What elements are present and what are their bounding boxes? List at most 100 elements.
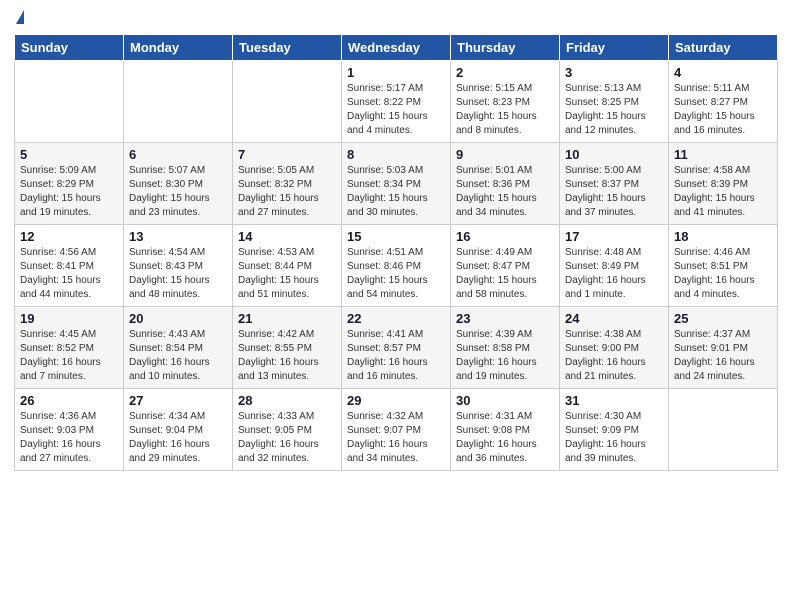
day-number: 28 bbox=[238, 393, 336, 408]
calendar-day-header: Monday bbox=[124, 35, 233, 61]
calendar-cell: 8Sunrise: 5:03 AMSunset: 8:34 PMDaylight… bbox=[342, 143, 451, 225]
day-number: 18 bbox=[674, 229, 772, 244]
page: SundayMondayTuesdayWednesdayThursdayFrid… bbox=[0, 0, 792, 485]
day-info: Sunrise: 4:53 AMSunset: 8:44 PMDaylight:… bbox=[238, 246, 336, 302]
calendar-cell: 27 Sunrise: 4:34 AMSunset: 9:04 PMDayligh… bbox=[124, 389, 233, 471]
calendar-cell bbox=[124, 61, 233, 143]
day-number: 1 bbox=[347, 65, 445, 80]
day-number: 20 bbox=[129, 311, 227, 326]
day-info: Sunrise: 5:15 AMSunset: 8:23 PMDaylight:… bbox=[456, 82, 554, 138]
calendar-week-row: 19 Sunrise: 4:45 AMSunset: 8:52 PMDayligh… bbox=[15, 307, 778, 389]
calendar-header-row: SundayMondayTuesdayWednesdayThursdayFrid… bbox=[15, 35, 778, 61]
day-info: Sunrise: 4:51 AMSunset: 8:46 PMDaylight:… bbox=[347, 246, 445, 302]
calendar-cell: 3Sunrise: 5:13 AMSunset: 8:25 PMDaylight… bbox=[560, 61, 669, 143]
calendar-cell: 4 Sunrise: 5:11 AMSunset: 8:27 PMDaylight… bbox=[669, 61, 778, 143]
calendar-cell: 25 Sunrise: 4:37 AMSunset: 9:01 PMDayligh… bbox=[669, 307, 778, 389]
calendar-cell bbox=[669, 389, 778, 471]
calendar-day-header: Friday bbox=[560, 35, 669, 61]
day-number: 3 bbox=[565, 65, 663, 80]
day-number: 13 bbox=[129, 229, 227, 244]
calendar-cell: 20 Sunrise: 4:43 AMSunset: 8:54 PMDayligh… bbox=[124, 307, 233, 389]
day-number: 15 bbox=[347, 229, 445, 244]
calendar-cell: 5 Sunrise: 5:09 AMSunset: 8:29 PMDaylight… bbox=[15, 143, 124, 225]
calendar-cell: 18 Sunrise: 4:46 AMSunset: 8:51 PMDayligh… bbox=[669, 225, 778, 307]
logo bbox=[14, 10, 24, 26]
day-number: 29 bbox=[347, 393, 445, 408]
day-number: 26 bbox=[20, 393, 118, 408]
day-number: 27 bbox=[129, 393, 227, 408]
calendar-cell: 31 Sunrise: 4:30 AMSunset: 9:09 PMDayligh… bbox=[560, 389, 669, 471]
day-info: Sunrise: 4:58 AMSunset: 8:39 PMDaylight:… bbox=[674, 164, 772, 220]
calendar-cell: 21 Sunrise: 4:42 AMSunset: 8:55 PMDayligh… bbox=[233, 307, 342, 389]
day-info: Sunrise: 4:43 AMSunset: 8:54 PMDaylight:… bbox=[129, 328, 227, 384]
calendar-cell: 22 Sunrise: 4:41 AMSunset: 8:57 PMDayligh… bbox=[342, 307, 451, 389]
calendar-day-header: Wednesday bbox=[342, 35, 451, 61]
calendar-cell: 6Sunrise: 5:07 AMSunset: 8:30 PMDaylight… bbox=[124, 143, 233, 225]
calendar-cell: 1 Sunrise: 5:17 AMSunset: 8:22 PMDaylight… bbox=[342, 61, 451, 143]
day-number: 24 bbox=[565, 311, 663, 326]
day-number: 5 bbox=[20, 147, 118, 162]
day-info: Sunrise: 5:17 AMSunset: 8:22 PMDaylight:… bbox=[347, 82, 445, 138]
day-info: Sunrise: 4:30 AMSunset: 9:09 PMDaylight:… bbox=[565, 410, 663, 466]
calendar-cell: 23Sunrise: 4:39 AMSunset: 8:58 PMDayligh… bbox=[451, 307, 560, 389]
day-number: 7 bbox=[238, 147, 336, 162]
day-info: Sunrise: 5:09 AMSunset: 8:29 PMDaylight:… bbox=[20, 164, 118, 220]
day-info: Sunrise: 4:46 AMSunset: 8:51 PMDaylight:… bbox=[674, 246, 772, 302]
day-info: Sunrise: 4:39 AMSunset: 8:58 PMDaylight:… bbox=[456, 328, 554, 384]
calendar-cell: 30Sunrise: 4:31 AMSunset: 9:08 PMDayligh… bbox=[451, 389, 560, 471]
day-number: 22 bbox=[347, 311, 445, 326]
day-info: Sunrise: 4:41 AMSunset: 8:57 PMDaylight:… bbox=[347, 328, 445, 384]
calendar-cell: 12Sunrise: 4:56 AMSunset: 8:41 PMDayligh… bbox=[15, 225, 124, 307]
calendar-cell: 2 Sunrise: 5:15 AMSunset: 8:23 PMDaylight… bbox=[451, 61, 560, 143]
day-info: Sunrise: 4:56 AMSunset: 8:41 PMDaylight:… bbox=[20, 246, 118, 302]
day-info: Sunrise: 4:42 AMSunset: 8:55 PMDaylight:… bbox=[238, 328, 336, 384]
day-info: Sunrise: 4:45 AMSunset: 8:52 PMDaylight:… bbox=[20, 328, 118, 384]
calendar-cell: 26 Sunrise: 4:36 AMSunset: 9:03 PMDayligh… bbox=[15, 389, 124, 471]
calendar-cell: 29Sunrise: 4:32 AMSunset: 9:07 PMDayligh… bbox=[342, 389, 451, 471]
day-number: 6 bbox=[129, 147, 227, 162]
calendar-day-header: Saturday bbox=[669, 35, 778, 61]
calendar-cell: 24 Sunrise: 4:38 AMSunset: 9:00 PMDayligh… bbox=[560, 307, 669, 389]
day-number: 14 bbox=[238, 229, 336, 244]
day-number: 10 bbox=[565, 147, 663, 162]
day-info: Sunrise: 5:01 AMSunset: 8:36 PMDaylight:… bbox=[456, 164, 554, 220]
calendar: SundayMondayTuesdayWednesdayThursdayFrid… bbox=[14, 34, 778, 471]
day-number: 31 bbox=[565, 393, 663, 408]
day-number: 21 bbox=[238, 311, 336, 326]
day-number: 30 bbox=[456, 393, 554, 408]
calendar-cell: 10 Sunrise: 5:00 AMSunset: 8:37 PMDayligh… bbox=[560, 143, 669, 225]
day-number: 8 bbox=[347, 147, 445, 162]
calendar-cell: 7 Sunrise: 5:05 AMSunset: 8:32 PMDaylight… bbox=[233, 143, 342, 225]
day-info: Sunrise: 4:34 AMSunset: 9:04 PMDaylight:… bbox=[129, 410, 227, 466]
day-info: Sunrise: 4:33 AMSunset: 9:05 PMDaylight:… bbox=[238, 410, 336, 466]
calendar-cell: 19 Sunrise: 4:45 AMSunset: 8:52 PMDayligh… bbox=[15, 307, 124, 389]
calendar-day-header: Tuesday bbox=[233, 35, 342, 61]
day-info: Sunrise: 5:05 AMSunset: 8:32 PMDaylight:… bbox=[238, 164, 336, 220]
calendar-day-header: Sunday bbox=[15, 35, 124, 61]
calendar-cell: 28 Sunrise: 4:33 AMSunset: 9:05 PMDayligh… bbox=[233, 389, 342, 471]
day-info: Sunrise: 4:38 AMSunset: 9:00 PMDaylight:… bbox=[565, 328, 663, 384]
day-info: Sunrise: 4:49 AMSunset: 8:47 PMDaylight:… bbox=[456, 246, 554, 302]
day-number: 4 bbox=[674, 65, 772, 80]
day-number: 25 bbox=[674, 311, 772, 326]
day-info: Sunrise: 5:00 AMSunset: 8:37 PMDaylight:… bbox=[565, 164, 663, 220]
calendar-cell: 15 Sunrise: 4:51 AMSunset: 8:46 PMDayligh… bbox=[342, 225, 451, 307]
calendar-week-row: 12Sunrise: 4:56 AMSunset: 8:41 PMDayligh… bbox=[15, 225, 778, 307]
calendar-cell: 13 Sunrise: 4:54 AMSunset: 8:43 PMDayligh… bbox=[124, 225, 233, 307]
day-info: Sunrise: 5:11 AMSunset: 8:27 PMDaylight:… bbox=[674, 82, 772, 138]
calendar-cell: 14 Sunrise: 4:53 AMSunset: 8:44 PMDayligh… bbox=[233, 225, 342, 307]
day-number: 17 bbox=[565, 229, 663, 244]
calendar-cell: 9Sunrise: 5:01 AMSunset: 8:36 PMDaylight… bbox=[451, 143, 560, 225]
day-number: 19 bbox=[20, 311, 118, 326]
day-info: Sunrise: 4:54 AMSunset: 8:43 PMDaylight:… bbox=[129, 246, 227, 302]
calendar-week-row: 5 Sunrise: 5:09 AMSunset: 8:29 PMDaylight… bbox=[15, 143, 778, 225]
day-info: Sunrise: 4:48 AMSunset: 8:49 PMDaylight:… bbox=[565, 246, 663, 302]
header bbox=[14, 10, 778, 26]
day-info: Sunrise: 4:36 AMSunset: 9:03 PMDaylight:… bbox=[20, 410, 118, 466]
calendar-cell: 11Sunrise: 4:58 AMSunset: 8:39 PMDayligh… bbox=[669, 143, 778, 225]
calendar-cell bbox=[233, 61, 342, 143]
logo-triangle-icon bbox=[16, 10, 24, 24]
day-info: Sunrise: 4:37 AMSunset: 9:01 PMDaylight:… bbox=[674, 328, 772, 384]
calendar-cell: 17 Sunrise: 4:48 AMSunset: 8:49 PMDayligh… bbox=[560, 225, 669, 307]
day-number: 2 bbox=[456, 65, 554, 80]
